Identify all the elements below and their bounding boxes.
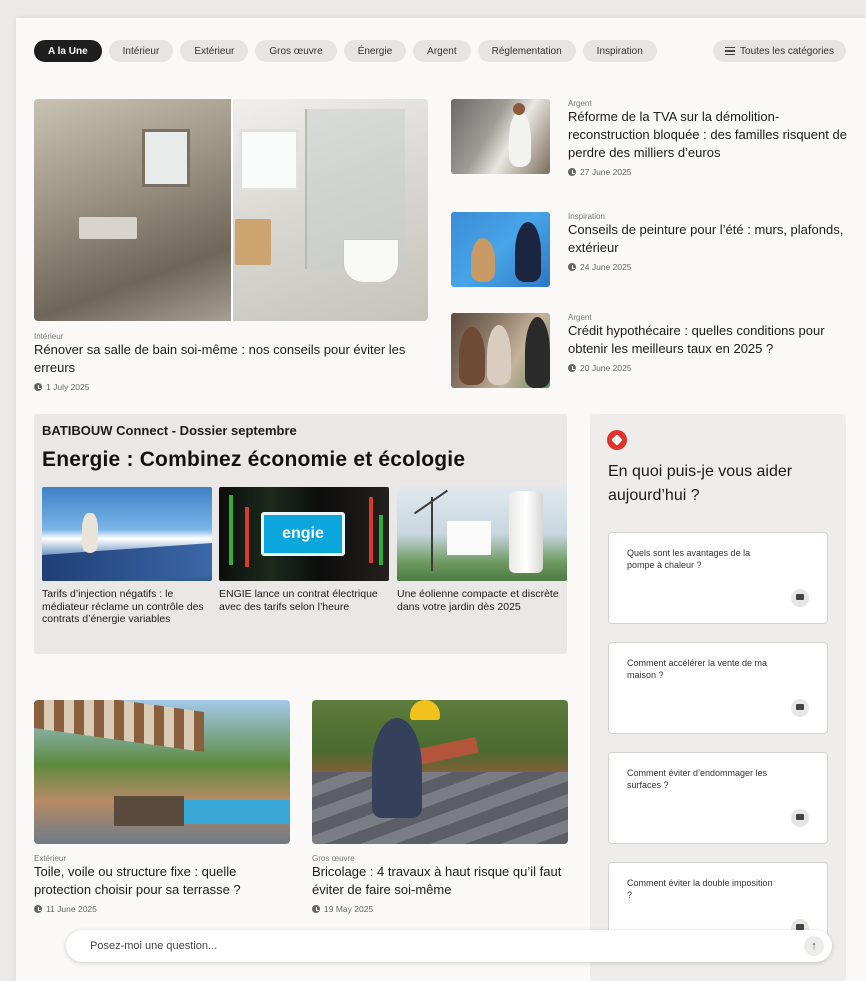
ask-bar: ↑: [66, 930, 832, 962]
dossier-card[interactable]: Une éolienne compacte et discrète dans v…: [397, 487, 569, 613]
bottom-article-category: Extérieur: [34, 854, 67, 863]
chat-bubble-icon[interactable]: [791, 699, 809, 717]
side-article-category: Inspiration: [568, 212, 605, 221]
ask-input[interactable]: [90, 930, 730, 962]
bottom-article-date-text: 19 May 2025: [324, 904, 374, 914]
send-button[interactable]: ↑: [804, 936, 824, 956]
chat-bubble-icon[interactable]: [791, 809, 809, 827]
bottom-article-title[interactable]: Bricolage : 4 travaux à haut risque qu’i…: [312, 863, 568, 899]
spark-icon: [607, 430, 627, 450]
arrow-up-icon: ↑: [811, 940, 817, 952]
dossier-kicker: BATIBOUW Connect - Dossier septembre: [42, 423, 297, 438]
side-article-date-text: 24 June 2025: [580, 262, 632, 272]
chip-a-la-une[interactable]: A la Une: [34, 40, 102, 62]
hero-category: Intérieur: [34, 332, 64, 341]
category-chips: A la Une Intérieur Extérieur Gros œuvre …: [34, 40, 657, 62]
chat-bubble-icon[interactable]: [791, 589, 809, 607]
bottom-article-text: Extérieur Toile, voile ou structure fixe…: [34, 854, 290, 914]
solar-panel-image[interactable]: [42, 487, 212, 581]
side-article-title[interactable]: Crédit hypothécaire : quelles conditions…: [568, 322, 851, 358]
page: A la Une Intérieur Extérieur Gros œuvre …: [16, 18, 866, 981]
clock-icon: [312, 905, 320, 913]
side-article-date: 24 June 2025: [568, 262, 851, 272]
side-article-thumbnail[interactable]: [451, 313, 550, 388]
chip-argent[interactable]: Argent: [413, 40, 471, 62]
side-article-thumbnail[interactable]: [451, 99, 550, 174]
side-article-title[interactable]: Conseils de peinture pour l’été : murs, …: [568, 221, 851, 257]
dossier-card[interactable]: Tarifs d’injection négatifs : le médiate…: [42, 487, 214, 626]
list-icon: [725, 47, 736, 55]
side-article[interactable]: Argent Crédit hypothécaire : quelles con…: [451, 313, 851, 393]
suggestion-card[interactable]: Comment éviter d’endommager les surfaces…: [608, 752, 828, 844]
bottom-article[interactable]: Gros œuvre Bricolage : 4 travaux à haut …: [312, 700, 568, 914]
dossier-card-text[interactable]: Une éolienne compacte et discrète dans v…: [397, 588, 569, 613]
side-article[interactable]: Argent Réforme de la TVA sur la démoliti…: [451, 99, 851, 179]
bottom-article-date: 11 June 2025: [34, 904, 290, 914]
side-article-text: Argent Réforme de la TVA sur la démoliti…: [568, 99, 851, 177]
clock-icon: [34, 383, 42, 391]
suggestion-text: Quels sont les avantages de la pompe à c…: [627, 548, 751, 570]
hero-image[interactable]: [34, 99, 428, 321]
suggestion-card[interactable]: Quels sont les avantages de la pompe à c…: [608, 532, 828, 624]
chip-energie[interactable]: Énergie: [343, 40, 407, 62]
bottom-article-category: Gros œuvre: [312, 854, 355, 863]
chip-inspiration[interactable]: Inspiration: [582, 40, 657, 62]
suggestion-text: Comment accélérer la vente de ma maison …: [627, 658, 768, 680]
side-article-date-text: 20 June 2025: [580, 363, 632, 373]
all-categories-button[interactable]: Toutes les catégories: [713, 40, 846, 62]
side-article-category: Argent: [568, 99, 592, 108]
chip-exterieur[interactable]: Extérieur: [180, 40, 249, 62]
clock-icon: [568, 263, 576, 271]
suggestion-text: Comment éviter d’endommager les surfaces…: [627, 768, 768, 790]
hero-date-text: 1 July 2025: [46, 382, 90, 392]
bottom-article-date: 19 May 2025: [312, 904, 568, 914]
clock-icon: [568, 364, 576, 372]
dossier-card-text[interactable]: Tarifs d’injection négatifs : le médiate…: [42, 588, 214, 626]
bottom-article-text: Gros œuvre Bricolage : 4 travaux à haut …: [312, 854, 568, 914]
dossier-card[interactable]: engie ENGIE lance un contrat électrique …: [219, 487, 391, 613]
bottom-article-title[interactable]: Toile, voile ou structure fixe : quelle …: [34, 863, 290, 899]
bottom-article[interactable]: Extérieur Toile, voile ou structure fixe…: [34, 700, 290, 914]
dossier-card-text[interactable]: ENGIE lance un contrat électrique avec d…: [219, 588, 391, 613]
roofer-image[interactable]: [312, 700, 568, 844]
side-article-thumbnail[interactable]: [451, 212, 550, 287]
dossier-block: BATIBOUW Connect - Dossier septembre Ene…: [34, 414, 567, 654]
clock-icon: [34, 905, 42, 913]
dossier-title[interactable]: Energie : Combinez économie et écologie: [42, 448, 465, 472]
side-article-text: Argent Crédit hypothécaire : quelles con…: [568, 313, 851, 373]
chip-interieur[interactable]: Intérieur: [108, 40, 174, 62]
clock-icon: [568, 168, 576, 176]
wind-turbine-image[interactable]: [397, 487, 567, 581]
chip-reglementation[interactable]: Réglementation: [477, 40, 576, 62]
side-article-text: Inspiration Conseils de peinture pour l’…: [568, 212, 851, 272]
suggestion-card[interactable]: Comment accélérer la vente de ma maison …: [608, 642, 828, 734]
engie-logo-text: engie: [282, 525, 324, 542]
terrace-image[interactable]: [34, 700, 290, 844]
side-article[interactable]: Inspiration Conseils de peinture pour l’…: [451, 212, 851, 292]
engie-logo: engie: [261, 512, 345, 556]
all-categories-label: Toutes les catégories: [740, 45, 834, 57]
bathroom-before-image: [34, 99, 231, 321]
suggestion-text: Comment éviter la double imposition ?: [627, 878, 773, 900]
chip-gros-oeuvre[interactable]: Gros œuvre: [255, 40, 337, 62]
bathroom-after-image: [231, 99, 428, 321]
side-article-title[interactable]: Réforme de la TVA sur la démolition-reco…: [568, 108, 851, 162]
hero-article[interactable]: Intérieur Rénover sa salle de bain soi-m…: [34, 332, 414, 392]
side-article-date: 27 June 2025: [568, 167, 851, 177]
bottom-article-date-text: 11 June 2025: [46, 904, 97, 914]
engie-image[interactable]: engie: [219, 487, 389, 581]
assistant-question: En quoi puis-je vous aider aujourd’hui ?: [608, 463, 793, 504]
side-article-date: 20 June 2025: [568, 363, 851, 373]
hero-title[interactable]: Rénover sa salle de bain soi-même : nos …: [34, 341, 414, 377]
hero-date: 1 July 2025: [34, 382, 414, 392]
assistant-panel: En quoi puis-je vous aider aujourd’hui ?…: [590, 414, 846, 981]
side-article-date-text: 27 June 2025: [580, 167, 632, 177]
side-article-category: Argent: [568, 313, 592, 322]
